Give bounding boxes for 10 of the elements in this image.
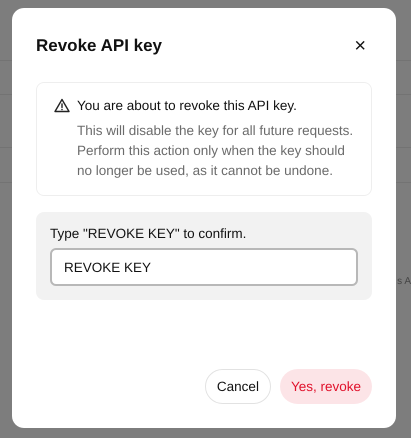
warning-icon [54,98,70,113]
cancel-button[interactable]: Cancel [204,369,271,404]
confirm-label: Type "REVOKE KEY" to confirm. [50,226,248,241]
dialog-title: Revoke API key [36,36,162,56]
alert-heading: You are about to revoke this API key. [77,97,298,115]
alert-message: This will disable the key for all future requests. Perform this action only when the key should no longer be used, as it cannot be undone. [77,122,354,180]
confirm-input-field[interactable]: REVOKE KEY [50,248,358,286]
revoke-button[interactable]: Yes, revoke [280,369,372,404]
close-button[interactable]: × [348,36,372,56]
background-text: s A [397,276,411,287]
